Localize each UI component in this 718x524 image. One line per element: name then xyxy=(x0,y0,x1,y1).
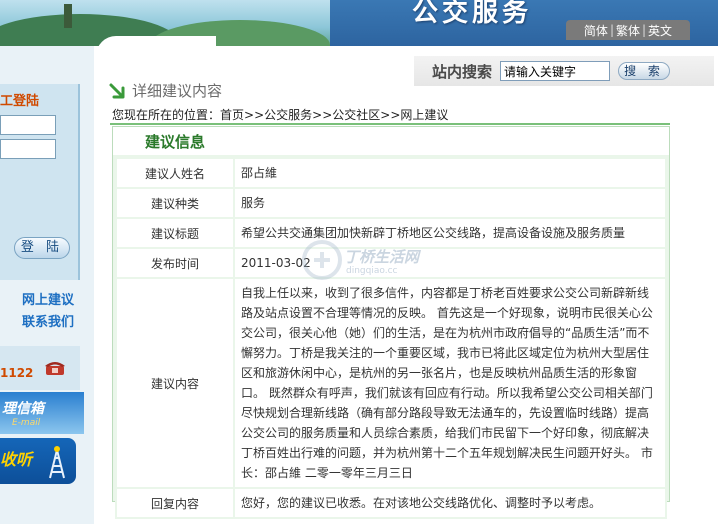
field-label: 建议内容 xyxy=(117,279,233,487)
lang-traditional-link[interactable]: 繁体 xyxy=(616,22,640,39)
sidebar-item-online-suggestion[interactable]: 网上建议 xyxy=(0,290,78,312)
pagoda-silhouette xyxy=(64,4,72,28)
phone-icon xyxy=(45,362,65,375)
language-switcher: 简体 | 繁体 | 英文 xyxy=(566,20,690,40)
breadcrumb-online-suggestion[interactable]: 网上建议 xyxy=(400,108,448,122)
field-label: 发布时间 xyxy=(117,249,233,277)
suggestion-info-panel: 建议信息 建议人姓名 邵占維 建议种类 服务 建议标题 希望公共交通集团加快新辟… xyxy=(112,126,670,519)
breadcrumb: 您现在所在的位置：首页>>公交服务>>公交社区>>网上建议 xyxy=(112,108,449,122)
radio-listen-banner[interactable]: 收听 xyxy=(0,438,76,484)
lang-simplified-link[interactable]: 简体 xyxy=(584,22,608,39)
table-row: 回复内容 您好，您的建议已收悉。在对该地公交线路优化、调整时予以考虑。 xyxy=(117,489,665,517)
table-row: 建议内容 自我上任以来，收到了很多信件，内容都是丁桥老百姓要求公交公司新辟新线路… xyxy=(117,279,665,487)
site-search: 站内搜索 搜 索 xyxy=(414,56,714,86)
panel-title: 建议信息 xyxy=(145,132,206,151)
breadcrumb-prefix: 您现在所在的位置： xyxy=(112,108,221,122)
site-title: 公交服务 xyxy=(412,0,533,28)
arrow-down-right-icon xyxy=(109,83,125,98)
login-title: 工登陆 xyxy=(0,94,40,109)
field-label: 回复内容 xyxy=(117,489,233,517)
left-sidebar: 工登陆 登 陆 网上建议 联系我们 1122 理信箱 E-mail 收听 xyxy=(0,46,94,524)
search-button[interactable]: 搜 索 xyxy=(618,62,671,80)
page-heading: 详细建议内容 xyxy=(108,80,222,101)
field-label: 建议人姓名 xyxy=(117,159,233,187)
field-value-content: 自我上任以来，收到了很多信件，内容都是丁桥老百姓要求公交公司新辟新线路及站点设置… xyxy=(235,279,665,487)
breadcrumb-bus-community[interactable]: 公交社区 xyxy=(332,108,380,122)
field-value-category: 服务 xyxy=(235,189,665,217)
table-row: 建议人姓名 邵占維 xyxy=(117,159,665,187)
username-field[interactable] xyxy=(0,115,56,135)
watermark-url: dingqiao.cc xyxy=(346,266,398,276)
search-label: 站内搜索 xyxy=(432,62,493,81)
hotline-banner[interactable]: 1122 xyxy=(0,346,80,390)
manager-mailbox-banner[interactable]: 理信箱 E-mail xyxy=(0,392,84,434)
suggestion-info-table: 建议人姓名 邵占維 建议种类 服务 建议标题 希望公共交通集团加快新辟丁桥地区公… xyxy=(115,157,667,519)
field-value-title: 希望公共交通集团加快新辟丁桥地区公交线路，提高设备设施及服务质量 xyxy=(235,219,665,247)
field-value-name: 邵占維 xyxy=(235,159,665,187)
mailbox-sublabel: E-mail xyxy=(12,418,41,428)
divider xyxy=(110,123,670,125)
lang-english-link[interactable]: 英文 xyxy=(648,22,672,39)
table-row: 建议种类 服务 xyxy=(117,189,665,217)
radio-tower-icon xyxy=(49,446,65,479)
table-row: 建议标题 希望公共交通集团加快新辟丁桥地区公交线路，提高设备设施及服务质量 xyxy=(117,219,665,247)
hotline-number: 1122 xyxy=(0,366,34,380)
field-value-date: 2011-03-02 xyxy=(235,249,665,277)
sidebar-menu: 网上建议 联系我们 xyxy=(0,290,78,336)
page-title: 详细建议内容 xyxy=(132,82,223,100)
field-value-reply: 您好，您的建议已收悉。在对该地公交线路优化、调整时予以考虑。 xyxy=(235,489,665,517)
field-label: 建议种类 xyxy=(117,189,233,217)
radio-label: 收听 xyxy=(0,450,33,469)
breadcrumb-bus-service[interactable]: 公交服务 xyxy=(264,108,312,122)
sidebar-item-contact-us[interactable]: 联系我们 xyxy=(0,312,78,334)
password-field[interactable] xyxy=(0,139,56,159)
breadcrumb-home[interactable]: 首页 xyxy=(220,108,244,122)
login-button[interactable]: 登 陆 xyxy=(14,237,70,259)
watermark-text: 丁桥生活网 xyxy=(344,248,420,266)
mailbox-label: 理信箱 xyxy=(2,401,44,417)
staff-login-panel: 工登陆 登 陆 xyxy=(0,84,80,280)
field-label: 建议标题 xyxy=(117,219,233,247)
search-input[interactable] xyxy=(500,61,611,81)
